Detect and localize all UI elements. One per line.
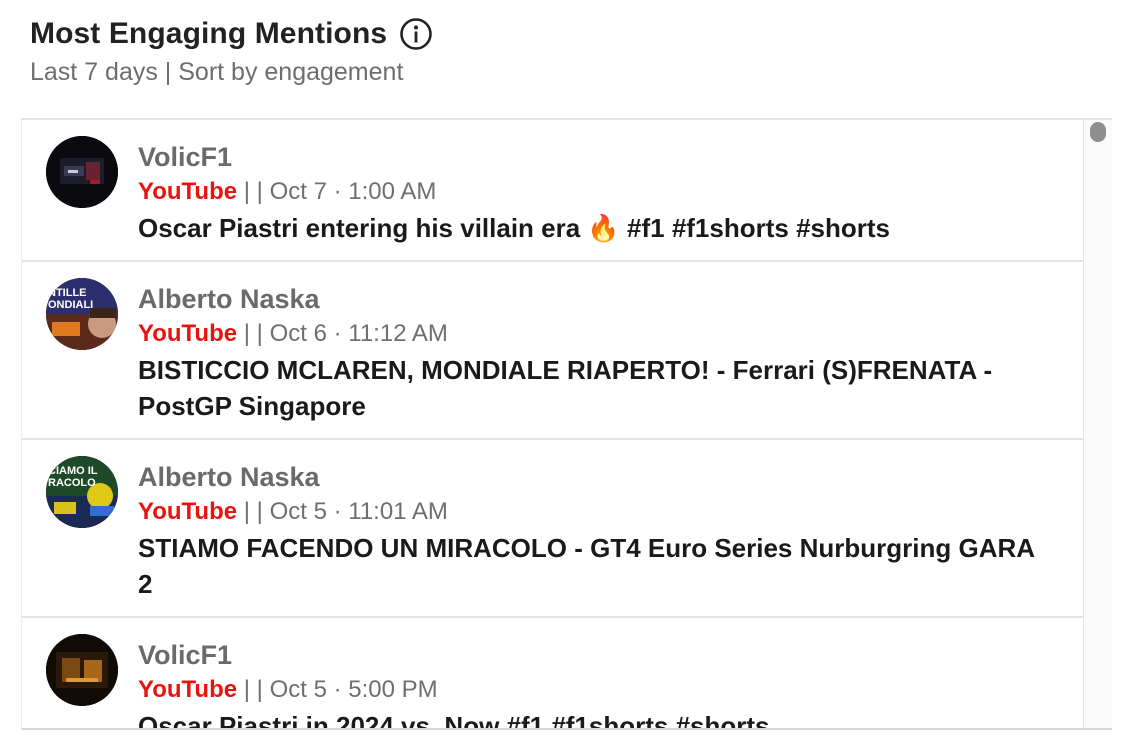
mention-author[interactable]: Alberto Naska (138, 460, 1054, 494)
mention-item[interactable]: VolicF1 YouTube | | Oct 7 · 1:00 AM Osca… (22, 120, 1084, 262)
source-label[interactable]: YouTube (138, 178, 237, 205)
mention-author[interactable]: VolicF1 (138, 638, 1054, 672)
widget-header: Most Engaging Mentions Last 7 days | Sor… (30, 14, 1110, 87)
avatar[interactable] (46, 634, 118, 706)
widget-title: Most Engaging Mentions (30, 17, 388, 50)
title-row: Most Engaging Mentions (30, 14, 1110, 54)
mention-date: Oct 5 · 11:01 AM (269, 498, 448, 525)
mention-item[interactable]: CIAMO IL RACOLO Alberto Naska YouTube | … (22, 440, 1084, 618)
mention-date: Oct 7 · 1:00 AM (269, 178, 437, 205)
mention-item[interactable]: NTILLE ONDIALI Alberto Naska YouTube | |… (22, 262, 1084, 440)
mention-date: Oct 6 · 11:12 AM (269, 320, 448, 347)
mention-meta: YouTube | | Oct 5 · 5:00 PM (138, 672, 1054, 708)
info-icon[interactable] (399, 17, 433, 51)
mention-body: Alberto Naska YouTube | | Oct 5 · 11:01 … (138, 460, 1054, 602)
mention-text[interactable]: Oscar Piastri entering his villain era 🔥… (138, 210, 1054, 246)
meta-separator: | | (237, 498, 270, 525)
meta-separator: | | (237, 676, 270, 703)
scrollbar-thumb[interactable] (1090, 122, 1106, 142)
mention-body: Alberto Naska YouTube | | Oct 6 · 11:12 … (138, 282, 1054, 424)
avatar-text: ONDIALI (48, 299, 93, 311)
avatar-text: CIAMO IL (48, 465, 98, 477)
mention-text[interactable]: BISTICCIO MCLAREN, MONDIALE RIAPERTO! - … (138, 352, 1054, 424)
mention-item[interactable]: VolicF1 YouTube | | Oct 5 · 5:00 PM Osca… (22, 618, 1084, 728)
avatar-text: NTILLE (48, 287, 87, 299)
avatar[interactable]: NTILLE ONDIALI (46, 278, 118, 350)
avatar[interactable] (46, 136, 118, 208)
mentions-panel: VolicF1 YouTube | | Oct 7 · 1:00 AM Osca… (21, 118, 1112, 730)
mention-date: Oct 5 · 5:00 PM (269, 676, 438, 703)
scrollbar-track[interactable] (1083, 120, 1112, 728)
meta-separator: | | (237, 320, 270, 347)
mention-body: VolicF1 YouTube | | Oct 7 · 1:00 AM Osca… (138, 140, 1054, 246)
avatar[interactable]: CIAMO IL RACOLO (46, 456, 118, 528)
mention-meta: YouTube | | Oct 7 · 1:00 AM (138, 174, 1054, 210)
source-label[interactable]: YouTube (138, 676, 237, 703)
meta-separator: | | (237, 178, 270, 205)
mention-meta: YouTube | | Oct 5 · 11:01 AM (138, 494, 1054, 530)
avatar-text: RACOLO (48, 477, 96, 489)
mentions-list: VolicF1 YouTube | | Oct 7 · 1:00 AM Osca… (22, 120, 1084, 728)
mention-text[interactable]: STIAMO FACENDO UN MIRACOLO - GT4 Euro Se… (138, 530, 1054, 602)
mention-body: VolicF1 YouTube | | Oct 5 · 5:00 PM Osca… (138, 638, 1054, 728)
mention-author[interactable]: VolicF1 (138, 140, 1054, 174)
widget-subtitle: Last 7 days | Sort by engagement (30, 58, 404, 86)
source-label[interactable]: YouTube (138, 320, 237, 347)
source-label[interactable]: YouTube (138, 498, 237, 525)
mention-text[interactable]: Oscar Piastri in 2024 vs. Now #f1 #f1sho… (138, 708, 1054, 728)
mention-author[interactable]: Alberto Naska (138, 282, 1054, 316)
mention-meta: YouTube | | Oct 6 · 11:12 AM (138, 316, 1054, 352)
